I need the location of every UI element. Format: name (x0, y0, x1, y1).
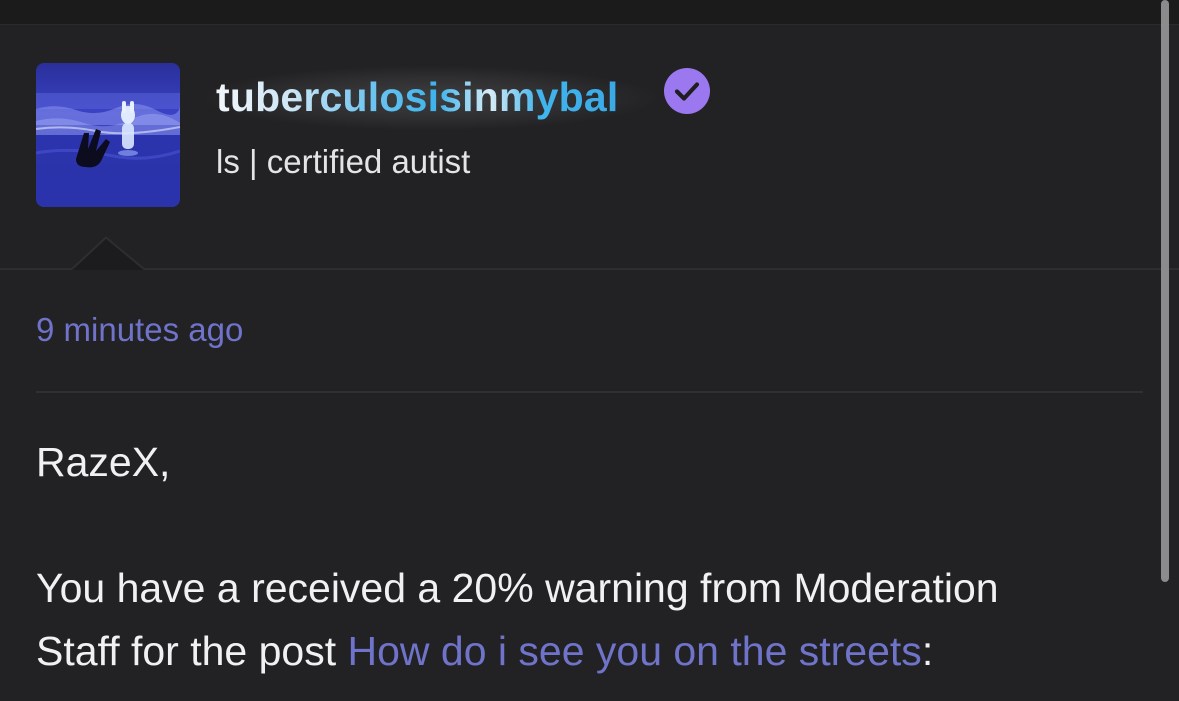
message-view: tuberculosisinmybal ls | certified autis… (0, 0, 1179, 701)
message-line-2-prefix: Staff for the post (36, 628, 348, 674)
user-subtitle: ls | certified autist (216, 143, 471, 180)
message-timestamp: 9 minutes ago (36, 311, 244, 348)
verified-check-icon (664, 68, 710, 114)
message-line-2-suffix: : (921, 628, 934, 674)
avatar-image (36, 63, 180, 207)
message-line-2: Staff for the post How do i see you on t… (36, 627, 933, 675)
username[interactable]: tuberculosisinmybal (216, 74, 619, 120)
pointer-notch (72, 236, 144, 270)
message-greeting: RazeX, (36, 439, 171, 485)
scrollbar-thumb[interactable] (1161, 0, 1169, 582)
message-line-1: You have a received a 20% warning from M… (36, 565, 999, 611)
avatar[interactable] (36, 63, 180, 207)
post-link[interactable]: How do i see you on the streets (347, 628, 921, 674)
top-bar (0, 0, 1179, 25)
timestamp-divider (36, 391, 1143, 393)
